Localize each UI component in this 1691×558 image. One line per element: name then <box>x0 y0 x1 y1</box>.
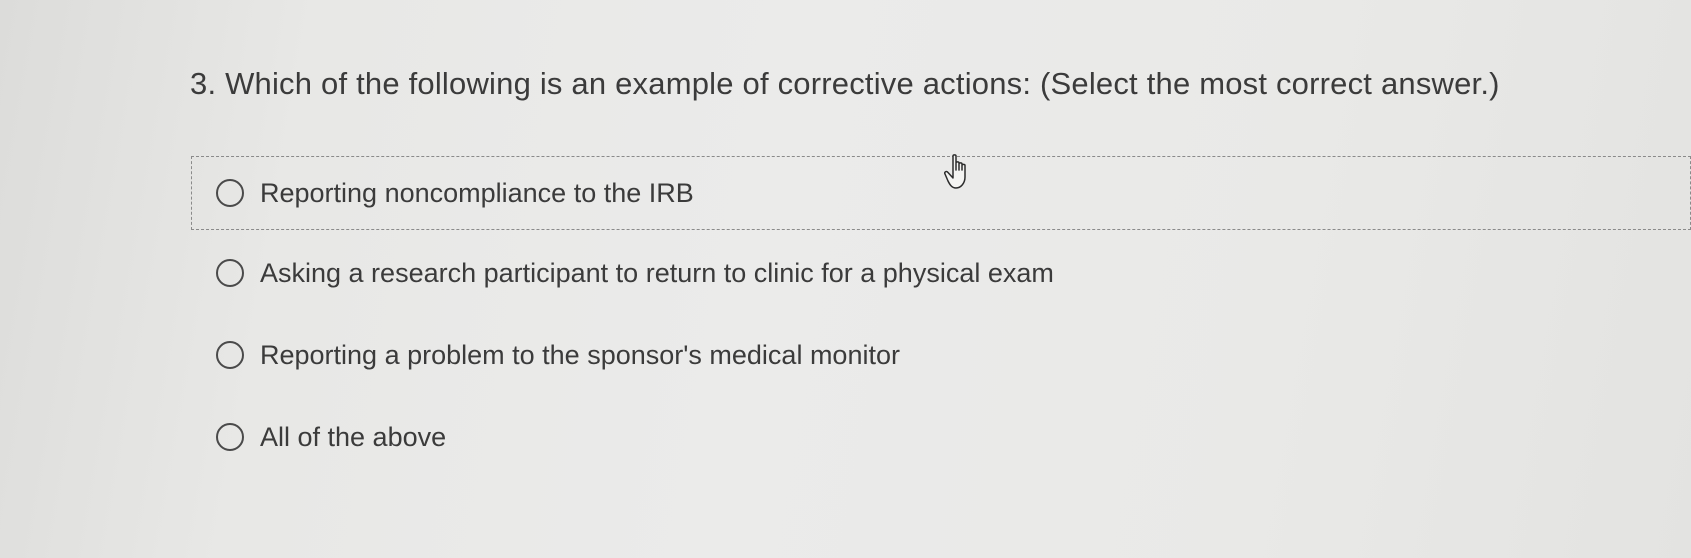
option-reporting-problem[interactable]: Reporting a problem to the sponsor's med… <box>191 318 900 392</box>
radio-button[interactable] <box>216 341 244 369</box>
option-label: All of the above <box>260 421 447 452</box>
option-asking-participant[interactable]: Asking a research participant to return … <box>191 236 1054 310</box>
option-label: Asking a research participant to return … <box>260 257 1054 288</box>
option-reporting-noncompliance[interactable]: Reporting noncompliance to the IRB <box>191 156 1691 230</box>
hand-pointer-icon <box>944 154 966 189</box>
answer-options: Reporting noncompliance to the IRB Askin… <box>0 0 1691 558</box>
radio-button[interactable] <box>216 259 244 287</box>
option-label: Reporting noncompliance to the IRB <box>260 177 694 208</box>
radio-button[interactable] <box>216 179 244 207</box>
option-all-of-the-above[interactable]: All of the above <box>191 400 446 474</box>
option-label: Reporting a problem to the sponsor's med… <box>260 339 900 370</box>
quiz-screen: 3. Which of the following is an example … <box>0 0 1691 558</box>
radio-button[interactable] <box>216 423 244 451</box>
